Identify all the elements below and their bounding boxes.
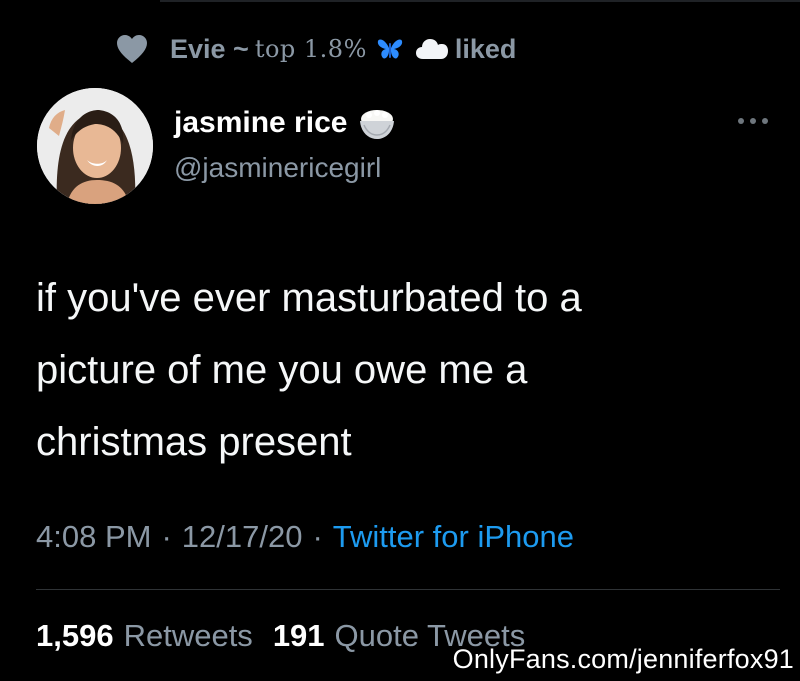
tweet-meta: 4:08 PM · 12/17/20 · Twitter for iPhone xyxy=(36,519,574,555)
tweet-time[interactable]: 4:08 PM xyxy=(36,519,151,555)
cloud-icon xyxy=(415,39,448,59)
stats-divider xyxy=(36,589,780,590)
avatar-photo xyxy=(37,88,153,204)
tweet-text-line: christmas present xyxy=(36,420,352,464)
more-options-icon[interactable] xyxy=(736,116,770,126)
author-display-name-row[interactable]: jasmine rice xyxy=(174,105,397,141)
tweet-text: if you've ever masturbated to a picture … xyxy=(36,262,766,478)
liker-name-suffix[interactable]: top 1.8% xyxy=(255,35,367,63)
avatar[interactable] xyxy=(37,88,153,204)
retweets-label[interactable]: Retweets xyxy=(124,618,253,654)
meta-separator: · xyxy=(312,519,323,554)
top-divider xyxy=(160,0,800,2)
meta-separator: · xyxy=(161,519,172,554)
social-context-action: liked xyxy=(454,33,517,64)
tweet-date[interactable]: 12/17/20 xyxy=(182,519,303,555)
heart-icon xyxy=(117,35,147,63)
quote-tweets-count[interactable]: 191 xyxy=(273,618,325,654)
liker-name[interactable]: Evie ~ xyxy=(170,34,249,65)
author-display-name[interactable]: jasmine rice xyxy=(174,106,347,140)
tweet-text-line: if you've ever masturbated to a xyxy=(36,276,582,320)
butterfly-icon xyxy=(377,39,403,59)
rice-bowl-icon xyxy=(360,110,395,139)
tweet-source-link[interactable]: Twitter for iPhone xyxy=(333,519,574,555)
watermark: OnlyFans.com/jenniferfox91 xyxy=(452,644,794,674)
social-context[interactable]: Evie ~ top 1.8% liked xyxy=(116,30,516,68)
author-handle[interactable]: @jasminericegirl xyxy=(174,152,381,184)
tweet-text-line: picture of me you owe me a xyxy=(36,348,528,392)
retweets-count[interactable]: 1,596 xyxy=(36,618,114,654)
